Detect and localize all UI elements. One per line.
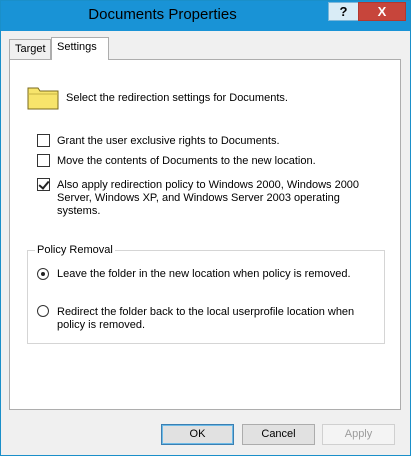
ok-button[interactable]: OK xyxy=(161,424,234,445)
move-contents-checkbox[interactable] xyxy=(37,154,50,167)
move-contents-label[interactable]: Move the contents of Documents to the ne… xyxy=(57,155,387,168)
policy-removal-legend: Policy Removal xyxy=(35,244,115,256)
close-button[interactable]: X xyxy=(358,2,406,21)
intro-text: Select the redirection settings for Docu… xyxy=(66,92,288,104)
title-bar[interactable]: Documents Properties ? X xyxy=(1,1,410,31)
leave-folder-radio[interactable] xyxy=(37,268,49,280)
folder-icon xyxy=(27,87,59,110)
apply-button[interactable]: Apply xyxy=(322,424,395,445)
leave-folder-label[interactable]: Leave the folder in the new location whe… xyxy=(57,268,377,281)
window-title: Documents Properties xyxy=(88,6,237,23)
tab-settings[interactable]: Settings xyxy=(51,37,109,60)
tab-target[interactable]: Target xyxy=(9,39,51,59)
grant-exclusive-rights-checkbox[interactable] xyxy=(37,134,50,147)
grant-exclusive-rights-label[interactable]: Grant the user exclusive rights to Docum… xyxy=(57,135,387,148)
redirect-back-radio[interactable] xyxy=(37,305,49,317)
cancel-button[interactable]: Cancel xyxy=(242,424,315,445)
settings-panel: Select the redirection settings for Docu… xyxy=(9,59,401,410)
redirect-back-label[interactable]: Redirect the folder back to the local us… xyxy=(57,306,367,332)
apply-legacy-policy-checkbox[interactable] xyxy=(37,178,50,191)
properties-dialog: Documents Properties ? X Target Settings… xyxy=(0,0,411,456)
help-button[interactable]: ? xyxy=(328,2,359,21)
apply-legacy-policy-label[interactable]: Also apply redirection policy to Windows… xyxy=(57,179,369,218)
